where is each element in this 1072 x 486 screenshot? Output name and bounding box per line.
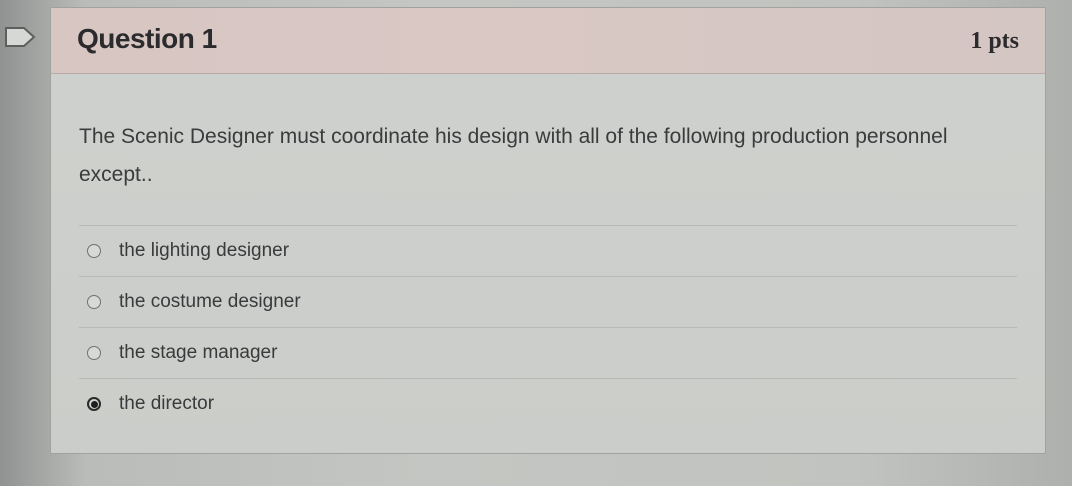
radio-button-selected[interactable] [87, 397, 101, 411]
question-text: The Scenic Designer must coordinate his … [79, 125, 948, 186]
radio-button[interactable] [87, 244, 101, 258]
question-title: Question 1 [77, 23, 217, 54]
question-card: Question 1 1 pts The Scenic Designer mus… [50, 7, 1046, 454]
answer-label: the costume designer [119, 291, 301, 312]
question-header: Question 1 1 pts [51, 8, 1045, 74]
question-points: 1 pts [970, 28, 1019, 54]
answer-list: the lighting designer the costume design… [79, 225, 1017, 429]
radio-button[interactable] [87, 295, 101, 309]
answer-option[interactable]: the lighting designer [79, 225, 1017, 276]
flag-icon[interactable] [3, 26, 37, 48]
answer-label: the stage manager [119, 342, 278, 363]
answer-option[interactable]: the costume designer [79, 276, 1017, 327]
answer-option[interactable]: the director [79, 378, 1017, 429]
answer-option[interactable]: the stage manager [79, 327, 1017, 378]
answer-label: the director [119, 393, 215, 414]
answer-label: the lighting designer [119, 240, 290, 261]
radio-button[interactable] [87, 346, 101, 360]
